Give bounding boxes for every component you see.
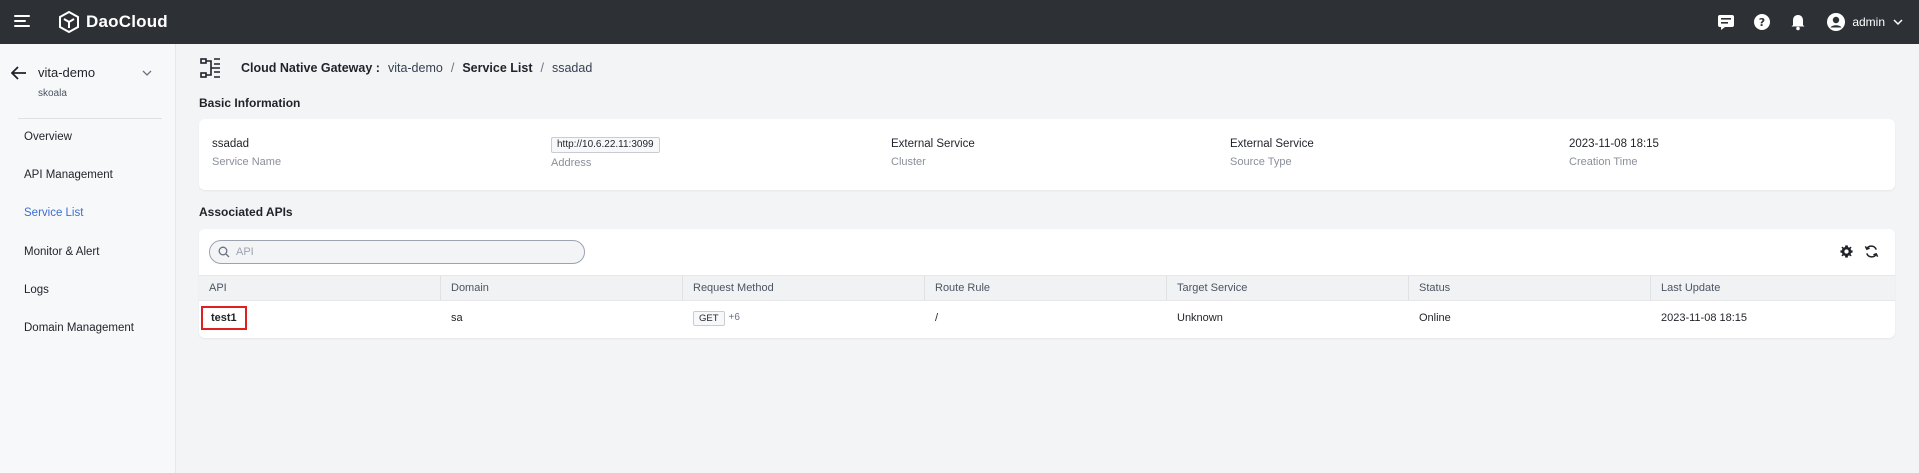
info-label: Creation Time: [1569, 156, 1638, 168]
search-icon: [218, 246, 230, 258]
associated-apis-title: Associated APIs: [199, 205, 293, 219]
breadcrumb-title: Cloud Native Gateway :: [241, 61, 380, 75]
sidebar-item-service-list[interactable]: Service List: [24, 207, 83, 219]
top-navigation-bar: DaoCloud ? admin: [0, 0, 1919, 44]
cell-api: test1: [199, 301, 247, 335]
help-icon[interactable]: ?: [1752, 12, 1772, 32]
message-icon[interactable]: [1716, 12, 1736, 32]
associated-apis-card: API Domain Request Method Route Rule Tar…: [199, 229, 1895, 338]
breadcrumb-service-list[interactable]: Service List: [462, 61, 532, 75]
info-value: External Service: [1230, 138, 1314, 150]
table-header: API Domain Request Method Route Rule Tar…: [199, 275, 1895, 301]
info-source-type: External Service Source Type: [1230, 138, 1314, 168]
cell-domain: sa: [451, 312, 463, 324]
api-link-test1[interactable]: test1: [201, 306, 247, 330]
user-name: admin: [1852, 15, 1885, 29]
svg-text:?: ?: [1759, 16, 1765, 29]
info-value: 2023-11-08 18:15: [1569, 138, 1659, 150]
settings-gear-icon[interactable]: [1838, 243, 1854, 259]
column-header-status[interactable]: Status: [1409, 276, 1450, 300]
user-menu[interactable]: admin: [1826, 12, 1903, 32]
sidebar-item-overview[interactable]: Overview: [24, 131, 72, 143]
brand-name: DaoCloud: [86, 12, 168, 31]
chevron-down-icon: [1893, 19, 1903, 26]
column-header-api[interactable]: API: [199, 276, 227, 300]
sidebar: vita-demo skoala Overview API Management…: [0, 44, 176, 473]
info-value: External Service: [891, 138, 975, 150]
sidebar-item-api-management[interactable]: API Management: [24, 169, 113, 181]
workspace-subtitle: skoala: [38, 88, 67, 99]
breadcrumb-separator: /: [540, 61, 544, 75]
info-label: Source Type: [1230, 156, 1292, 168]
user-avatar-icon: [1827, 13, 1846, 31]
workspace-name[interactable]: vita-demo: [38, 65, 95, 80]
info-creation-time: 2023-11-08 18:15 Creation Time: [1569, 138, 1659, 168]
info-label: Service Name: [212, 156, 282, 168]
cell-target-service: Unknown: [1177, 312, 1223, 324]
column-header-domain[interactable]: Domain: [441, 276, 489, 300]
cell-request-method: GET +6: [683, 301, 740, 335]
breadcrumb: Cloud Native Gateway : vita-demo / Servi…: [199, 56, 592, 80]
basic-information-title: Basic Information: [199, 96, 301, 110]
info-cluster: External Service Cluster: [891, 138, 975, 168]
cell-status: Online: [1419, 312, 1451, 324]
info-label: Cluster: [891, 156, 926, 168]
column-header-request-method[interactable]: Request Method: [683, 276, 774, 300]
cell-route-rule: /: [935, 312, 939, 324]
menu-icon[interactable]: [14, 14, 30, 28]
gateway-icon: [200, 58, 220, 78]
info-label: Address: [551, 157, 592, 169]
table-row[interactable]: test1 sa GET +6 / Unknown Online 2023-11-…: [199, 301, 1895, 335]
workspace-header: vita-demo skoala: [0, 44, 176, 118]
cell-last-update: 2023-11-08 18:15: [1661, 312, 1748, 324]
address-tag: http://10.6.22.11:3099: [551, 137, 660, 153]
brand-logo[interactable]: DaoCloud: [58, 11, 168, 33]
bell-icon[interactable]: [1788, 12, 1808, 32]
refresh-icon[interactable]: [1863, 243, 1879, 259]
column-header-route-rule[interactable]: Route Rule: [925, 276, 990, 300]
column-header-last-update[interactable]: Last Update: [1651, 276, 1720, 300]
breadcrumb-separator: /: [450, 61, 455, 75]
basic-information-card: ssadad Service Name http://10.6.22.11:30…: [199, 119, 1895, 190]
breadcrumb-current: ssadad: [551, 61, 593, 75]
column-header-target-service[interactable]: Target Service: [1167, 276, 1247, 300]
breadcrumb-gateway[interactable]: vita-demo: [388, 61, 443, 75]
api-search-box[interactable]: [209, 240, 585, 264]
sidebar-item-monitor-alert[interactable]: Monitor & Alert: [24, 246, 99, 258]
daocloud-logo-icon: [59, 11, 79, 33]
sidebar-item-domain-management[interactable]: Domain Management: [24, 322, 134, 334]
chevron-down-icon[interactable]: [142, 69, 152, 77]
api-search-input[interactable]: [236, 246, 566, 258]
info-value: ssadad: [212, 138, 250, 150]
method-tag: GET: [693, 310, 725, 326]
sidebar-item-logs[interactable]: Logs: [24, 284, 49, 296]
back-arrow-icon[interactable]: [11, 66, 27, 80]
sidebar-divider: [18, 118, 162, 119]
method-more-count[interactable]: +6: [729, 312, 740, 323]
info-address: http://10.6.22.11:3099 Address: [551, 136, 660, 169]
info-service-name: ssadad Service Name: [212, 138, 281, 168]
